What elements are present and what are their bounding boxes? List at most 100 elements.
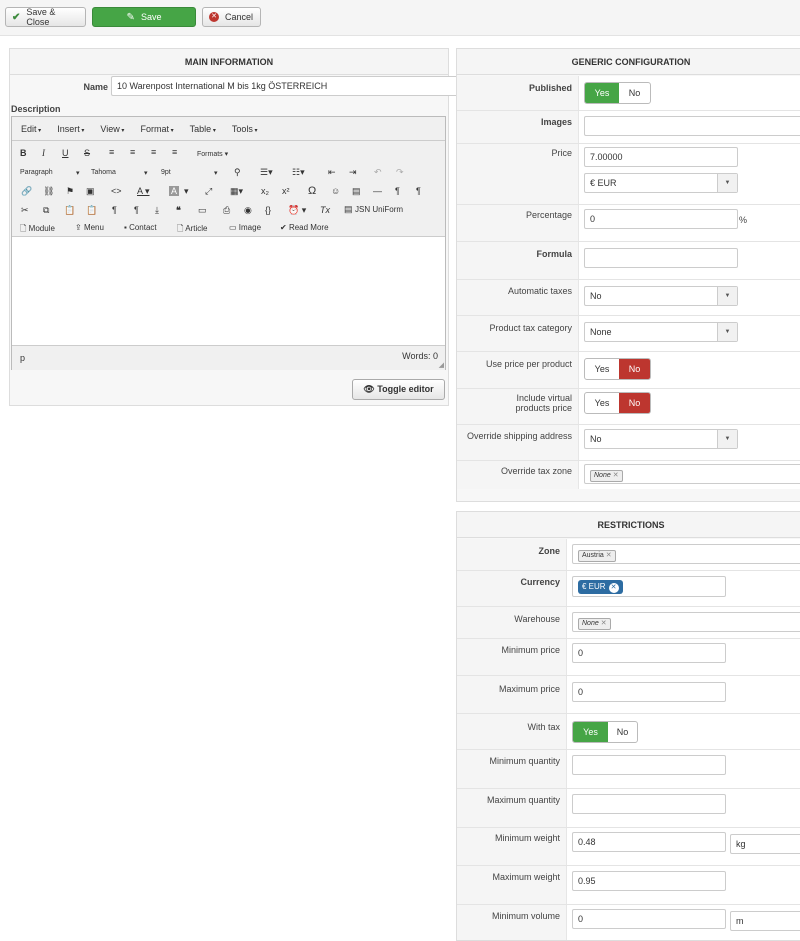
align-right-icon[interactable]: ≡	[151, 147, 156, 157]
fullscreen-icon[interactable]: ⤢	[205, 186, 212, 197]
link-icon[interactable]: 🔗	[21, 186, 32, 197]
automatic-taxes-select[interactable]: No ▼	[584, 286, 738, 306]
remove-tag-icon[interactable]: ✕	[606, 552, 612, 559]
align-center-icon[interactable]: ≡	[130, 147, 135, 157]
emoticons-icon[interactable]: ☺	[331, 186, 340, 196]
max-weight-input[interactable]: 0.95	[572, 871, 726, 891]
numbered-list-icon[interactable]: ☷▾	[292, 167, 305, 178]
save-close-button[interactable]: ✔ Save & Close	[5, 7, 86, 27]
code-icon[interactable]: <>	[111, 186, 122, 196]
use-price-per-product-toggle[interactable]: Yes No	[584, 358, 651, 380]
max-quantity-input[interactable]	[572, 794, 726, 814]
indent-icon[interactable]: ⇥	[349, 167, 357, 178]
contact-button[interactable]: ▪ Contact	[124, 223, 157, 232]
menu-insert[interactable]: Insert	[57, 124, 84, 134]
include-virtual-yes[interactable]: Yes	[585, 393, 619, 413]
toggle-editor-button[interactable]: 👁 Toggle editor	[352, 379, 445, 400]
undo-icon[interactable]: ↶	[374, 167, 382, 178]
menu-table[interactable]: Table	[190, 124, 216, 134]
override-tax-zone-input[interactable]: None ✕	[584, 464, 800, 484]
zone-input[interactable]: Austria ✕	[572, 544, 800, 564]
cut-icon[interactable]: ✂	[21, 205, 29, 216]
menu-view[interactable]: View	[100, 124, 124, 134]
clear-formatting-icon[interactable]: Tx	[320, 205, 330, 215]
menu-format[interactable]: Format	[140, 124, 173, 134]
media-icon[interactable]: ▤	[352, 186, 361, 197]
remove-tag-icon[interactable]: ✕	[601, 620, 607, 627]
min-volume-input[interactable]: 0	[572, 909, 726, 929]
formats-dropdown[interactable]: Formats ▾	[197, 150, 228, 158]
override-shipping-select[interactable]: No ▼	[584, 429, 738, 449]
product-tax-category-select[interactable]: None ▼	[584, 322, 738, 342]
include-virtual-no[interactable]: No	[619, 393, 650, 413]
superscript-icon[interactable]: x²	[282, 186, 290, 196]
italic-icon[interactable]: I	[42, 148, 45, 158]
min-weight-input[interactable]: 0.48	[572, 832, 726, 852]
resize-handle-icon[interactable]: ◢	[439, 361, 444, 369]
images-input[interactable]	[584, 116, 800, 136]
warehouse-input[interactable]: None ✕	[572, 612, 800, 632]
name-input[interactable]: 10 Warenpost International M bis 1kg ÖST…	[111, 76, 461, 96]
with-tax-toggle[interactable]: Yes No	[572, 721, 638, 743]
menu-edit[interactable]: Edit	[21, 124, 41, 134]
redo-icon[interactable]: ↷	[396, 167, 404, 178]
published-no[interactable]: No	[619, 83, 650, 103]
time-icon[interactable]: ⏰ ▾	[288, 205, 306, 216]
code-sample-icon[interactable]: {}	[265, 205, 271, 215]
underline-icon[interactable]: U	[62, 148, 69, 158]
max-price-input[interactable]: 0	[572, 682, 726, 702]
font-select[interactable]: Tahoma	[91, 169, 116, 176]
rtl-icon[interactable]: ¶	[416, 186, 421, 196]
outdent-icon[interactable]: ⇤	[328, 167, 336, 178]
print-icon[interactable]: ⎙	[223, 205, 230, 216]
visual-chars-icon[interactable]: ¶	[112, 205, 117, 215]
preview-icon[interactable]: ◉	[244, 205, 252, 216]
min-volume-unit[interactable]: m	[730, 911, 800, 931]
include-virtual-toggle[interactable]: Yes No	[584, 392, 651, 414]
anchor-icon[interactable]: ⚑	[66, 186, 74, 197]
editor-content-area[interactable]	[12, 237, 445, 346]
menu-button[interactable]: ⇪ Menu	[75, 223, 104, 232]
min-quantity-input[interactable]	[572, 755, 726, 775]
currency-select[interactable]: € EUR ▼	[584, 173, 738, 193]
paste-icon[interactable]: 📋	[64, 205, 75, 216]
published-yes[interactable]: Yes	[585, 83, 619, 103]
menu-tools[interactable]: Tools	[232, 124, 258, 134]
template-icon[interactable]: ▭	[198, 205, 207, 216]
ltr-icon[interactable]: ¶	[395, 186, 400, 196]
percentage-input[interactable]: 0	[584, 209, 738, 229]
table-icon[interactable]: ▦▾	[230, 186, 243, 197]
blockquote-icon[interactable]: ❝	[176, 205, 181, 216]
align-justify-icon[interactable]: ≡	[172, 147, 177, 157]
special-character-icon[interactable]: Ω	[308, 185, 316, 197]
cancel-button[interactable]: ✕ Cancel	[202, 7, 261, 27]
module-button[interactable]: 🗋 Module	[20, 223, 55, 237]
remove-tag-icon[interactable]: ✕	[608, 583, 619, 593]
text-color-icon[interactable]: A ▾	[137, 186, 150, 197]
nonbreaking-icon[interactable]: ¶	[134, 205, 139, 215]
remove-tag-icon[interactable]: ✕	[613, 472, 619, 479]
bullet-list-icon[interactable]: ☰▾	[260, 167, 273, 178]
min-weight-unit[interactable]: kg	[730, 834, 800, 854]
price-input[interactable]: 7.00000	[584, 147, 738, 167]
save-button[interactable]: ✎ Save	[92, 7, 196, 27]
image-button[interactable]: ▭ Image	[229, 223, 261, 232]
insert-date-icon[interactable]: ⤓	[155, 205, 159, 216]
horizontal-rule-icon[interactable]: —	[373, 186, 382, 196]
copy-icon[interactable]: ⧉	[43, 205, 49, 216]
use-price-per-product-no[interactable]: No	[619, 359, 650, 379]
article-button[interactable]: 🗋 Article	[177, 223, 207, 237]
subscript-icon[interactable]: x₂	[261, 186, 269, 196]
unlink-icon[interactable]: ⛓	[43, 186, 54, 197]
align-left-icon[interactable]: ≡	[109, 147, 114, 157]
with-tax-yes[interactable]: Yes	[573, 722, 608, 742]
jsn-uniform-button[interactable]: ▤ JSN UniForm	[344, 204, 403, 215]
size-select[interactable]: 9pt	[161, 169, 171, 176]
paragraph-select[interactable]: Paragraph	[20, 169, 53, 176]
read-more-button[interactable]: ✔ Read More	[280, 223, 329, 232]
bold-icon[interactable]: B	[20, 148, 27, 158]
strikethrough-icon[interactable]: S	[84, 148, 90, 158]
find-icon[interactable]: ⚲	[234, 167, 241, 178]
min-price-input[interactable]: 0	[572, 643, 726, 663]
currency-input[interactable]: € EUR ✕	[572, 576, 726, 597]
